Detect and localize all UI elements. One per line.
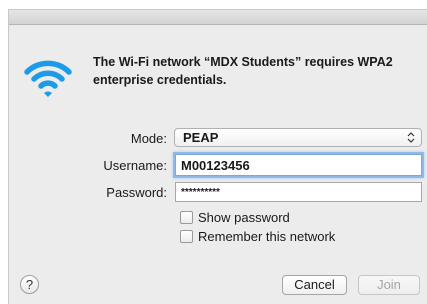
credentials-message: The Wi-Fi network “MDX Students” require… (93, 55, 393, 87)
chevron-up-down-icon (407, 130, 415, 145)
show-password-checkbox[interactable] (180, 211, 193, 224)
password-label: Password: (106, 185, 167, 200)
join-button[interactable]: Join (358, 275, 420, 295)
remember-network-label[interactable]: Remember this network (198, 229, 335, 244)
mode-label: Mode: (130, 131, 167, 146)
mode-select[interactable]: PEAP (174, 128, 422, 147)
wifi-icon (23, 51, 73, 101)
remember-network-checkbox[interactable] (180, 230, 193, 243)
help-button[interactable]: ? (20, 275, 39, 294)
show-password-label[interactable]: Show password (198, 210, 290, 225)
password-field[interactable] (175, 182, 422, 202)
mode-select-value: PEAP (183, 130, 219, 145)
title-bar (9, 10, 427, 25)
wifi-credentials-dialog: The Wi-Fi network “MDX Students” require… (8, 9, 427, 304)
cancel-button[interactable]: Cancel (282, 275, 347, 295)
username-field[interactable] (175, 154, 422, 176)
username-label: Username: (103, 158, 167, 173)
